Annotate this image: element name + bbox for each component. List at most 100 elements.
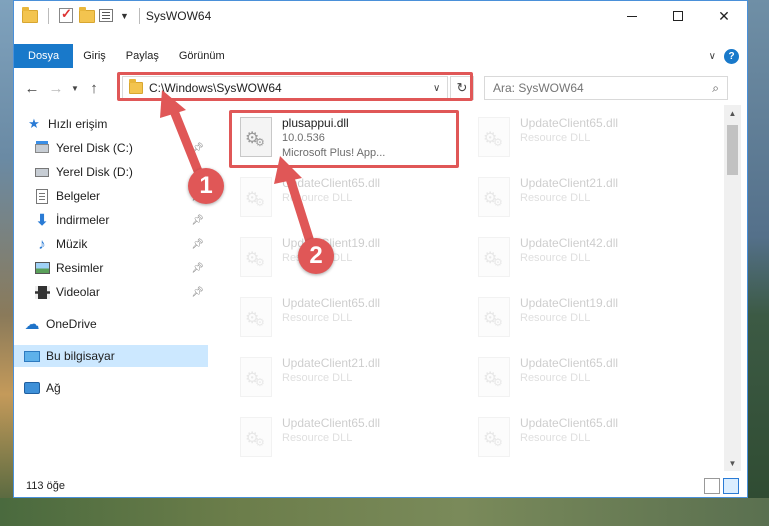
pictures-icon [34, 260, 50, 276]
file-name: UpdateClient19.dll [520, 296, 619, 310]
file-type: Resource DLL [520, 252, 591, 264]
file-tile[interactable]: UpdateClient42.dll Resource DLL [472, 231, 702, 287]
maximize-button[interactable] [655, 1, 701, 31]
properties-check-icon[interactable] [59, 6, 75, 24]
pin-icon[interactable]: 📌︎ [191, 287, 204, 298]
sidebar-item-label: Bu bilgisayar [46, 349, 115, 363]
recent-locations-chevron-icon[interactable]: ▼ [68, 84, 82, 93]
computer-icon [24, 348, 40, 364]
file-type: Resource DLL [520, 432, 591, 444]
sidebar-item-local-disk-c[interactable]: Yerel Disk (C:) 📌︎ [14, 137, 208, 159]
sidebar-item-this-pc[interactable]: Bu bilgisayar [14, 345, 208, 367]
back-arrow-icon[interactable]: ← [20, 80, 44, 97]
network-icon [24, 380, 40, 396]
help-icon[interactable]: ? [724, 48, 739, 64]
scroll-down-icon[interactable]: ▼ [724, 455, 741, 471]
pin-icon[interactable]: 📌︎ [191, 143, 204, 154]
tab-file[interactable]: Dosya [14, 44, 74, 68]
file-tile[interactable]: UpdateClient65.dll Resource DLL [234, 171, 464, 227]
drive-icon [34, 164, 50, 180]
sidebar-item-videos[interactable]: Videolar 📌︎ [14, 281, 208, 303]
file-name: UpdateClient65.dll [282, 416, 381, 430]
expand-ribbon-chevron-icon[interactable]: ∨ [709, 51, 716, 62]
pin-icon[interactable]: 📌︎ [191, 239, 204, 250]
sidebar-item-documents[interactable]: Belgeler 📌︎ [14, 185, 208, 207]
forward-arrow-icon[interactable]: → [44, 80, 68, 97]
close-button[interactable]: ✕ [701, 1, 747, 31]
sidebar-item-quick-access[interactable]: ★ Hızlı erişim [14, 113, 208, 135]
dll-file-icon [478, 237, 510, 277]
download-icon: ⬇ [35, 212, 49, 229]
pin-icon[interactable]: 📌︎ [191, 215, 204, 226]
status-bar: 113 öğe [14, 475, 747, 497]
dll-file-icon [478, 297, 510, 337]
sidebar-item-pictures[interactable]: Resimler 📌︎ [14, 257, 208, 279]
properties-icon[interactable] [99, 8, 115, 24]
file-tile[interactable]: UpdateClient65.dll Resource DLL [234, 411, 464, 467]
file-type: Resource DLL [520, 132, 591, 144]
scroll-thumb[interactable] [727, 125, 738, 175]
step-badge-1: 1 [188, 168, 224, 204]
file-tile[interactable]: UpdateClient21.dll Resource DLL [234, 351, 464, 407]
quick-access-toolbar: ▼ [14, 6, 146, 24]
toolbar-divider [138, 8, 140, 24]
dll-file-icon [478, 117, 510, 157]
sidebar-item-label: Ağ [46, 381, 61, 395]
sidebar-item-label: Hızlı erişim [48, 117, 108, 131]
item-count: 113 öğe [26, 480, 65, 492]
file-tile[interactable]: UpdateClient65.dll Resource DLL [234, 291, 464, 347]
sidebar-item-label: Resimler [56, 261, 104, 275]
dll-file-icon [240, 417, 272, 457]
tab-home[interactable]: Giriş [73, 44, 116, 68]
pin-icon[interactable]: 📌︎ [191, 263, 204, 274]
sidebar-item-onedrive[interactable]: ☁ OneDrive [14, 313, 208, 335]
customize-toolbar-chevron-icon[interactable]: ▼ [120, 11, 129, 21]
sidebar-item-network[interactable]: Ağ [14, 377, 208, 399]
search-icon[interactable]: ⌕ [712, 81, 719, 96]
file-tile[interactable]: UpdateClient21.dll Resource DLL [472, 171, 702, 227]
search-input[interactable] [493, 81, 713, 95]
sidebar-item-label: Belgeler [56, 189, 101, 203]
tab-share[interactable]: Paylaş [116, 44, 169, 68]
details-view-icon[interactable] [704, 478, 720, 494]
up-arrow-icon[interactable]: ↑ [82, 80, 106, 97]
cloud-icon: ☁ [24, 316, 40, 333]
drive-icon [34, 140, 50, 156]
video-icon [34, 284, 50, 300]
file-name: UpdateClient65.dll [520, 416, 619, 430]
window-controls: ✕ [609, 1, 747, 31]
sidebar-item-music[interactable]: ♪ Müzik 📌︎ [14, 233, 208, 255]
large-icons-view-icon[interactable] [723, 478, 739, 494]
file-type: Resource DLL [282, 372, 353, 384]
dll-file-icon [240, 177, 272, 217]
file-highlight-box [229, 110, 459, 168]
sidebar-item-local-disk-d[interactable]: Yerel Disk (D:) [14, 161, 208, 183]
tab-view[interactable]: Görünüm [169, 44, 235, 68]
dll-file-icon [240, 297, 272, 337]
file-type: Resource DLL [520, 372, 591, 384]
document-icon [34, 188, 50, 204]
file-tile[interactable]: UpdateClient65.dll Resource DLL [472, 411, 702, 467]
sidebar-item-label: İndirmeler [56, 213, 110, 227]
search-box[interactable]: ⌕ [484, 76, 728, 100]
vertical-scrollbar[interactable]: ▲ ▼ [724, 105, 741, 471]
folder-icon [22, 7, 38, 24]
file-type: Resource DLL [520, 312, 591, 324]
sidebar-item-label: Müzik [56, 237, 88, 251]
new-folder-icon[interactable] [79, 7, 95, 24]
dll-file-icon [240, 357, 272, 397]
sidebar-item-label: Yerel Disk (C:) [56, 141, 133, 155]
file-name: UpdateClient65.dll [520, 116, 619, 130]
sidebar-item-label: Videolar [56, 285, 100, 299]
scroll-up-icon[interactable]: ▲ [724, 105, 741, 121]
desktop-wallpaper-bottom [0, 498, 769, 526]
file-tile[interactable]: UpdateClient65.dll Resource DLL [472, 351, 702, 407]
desktop-wallpaper [0, 0, 13, 526]
toolbar-divider [48, 8, 49, 24]
file-tile[interactable]: UpdateClient19.dll Resource DLL [472, 291, 702, 347]
file-tile[interactable]: UpdateClient65.dll Resource DLL [472, 111, 702, 167]
minimize-button[interactable] [609, 1, 655, 31]
file-tile[interactable]: UpdateClient19.dllResource DLL [234, 231, 464, 287]
music-icon: ♪ [38, 235, 46, 253]
sidebar-item-downloads[interactable]: ⬇ İndirmeler 📌︎ [14, 209, 208, 231]
